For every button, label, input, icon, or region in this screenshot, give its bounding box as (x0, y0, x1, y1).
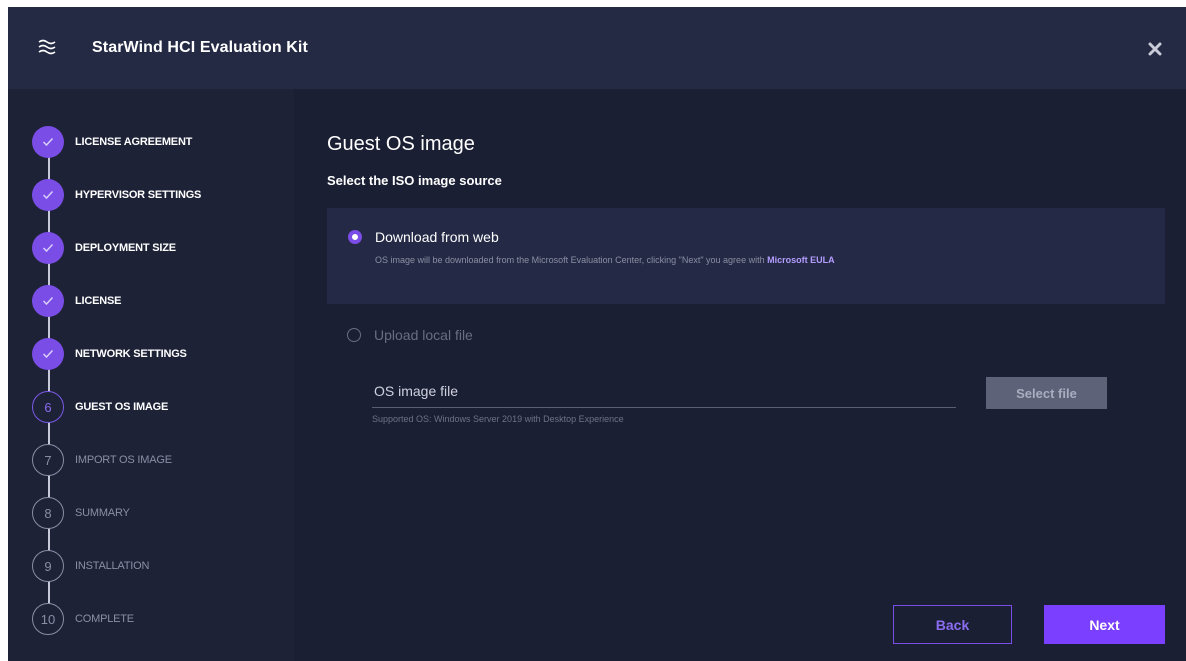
close-icon[interactable] (1147, 41, 1163, 57)
step-label: COMPLETE (75, 613, 134, 625)
main-panel: Guest OS image Select the ISO image sour… (294, 89, 1186, 661)
step-number: 6 (32, 391, 64, 423)
option-description: OS image will be downloaded from the Mic… (375, 255, 835, 265)
step-label: NETWORK SETTINGS (75, 348, 187, 360)
step-label: LICENSE (75, 295, 122, 307)
field-underline (372, 407, 956, 408)
radio-download-web[interactable] (348, 230, 362, 244)
select-file-button[interactable]: Select file (986, 377, 1107, 409)
page-title: Guest OS image (327, 133, 475, 155)
wizard-window: StarWind HCI Evaluation Kit LICENSE AGRE… (8, 7, 1186, 661)
step-label: HYPERVISOR SETTINGS (75, 189, 202, 201)
next-button[interactable]: Next (1044, 605, 1165, 644)
step-number: 10 (32, 603, 64, 635)
section-label: Select the ISO image source (327, 173, 502, 188)
step-deployment-size: DEPLOYMENT SIZE (32, 232, 292, 266)
step-connector-line (48, 150, 50, 618)
step-label: LICENSE AGREEMENT (75, 136, 193, 148)
check-icon (32, 126, 64, 158)
title-bar: StarWind HCI Evaluation Kit (8, 7, 1186, 89)
wizard-steps-sidebar: LICENSE AGREEMENT HYPERVISOR SETTINGS DE… (8, 89, 294, 661)
app-title: StarWind HCI Evaluation Kit (92, 39, 308, 56)
step-installation: 9 INSTALLATION (32, 550, 292, 584)
step-label: SUMMARY (75, 507, 130, 519)
option-download-from-web[interactable]: Download from web OS image will be downl… (327, 208, 1165, 304)
microsoft-eula-link[interactable]: Microsoft EULA (767, 255, 835, 265)
step-label: DEPLOYMENT SIZE (75, 242, 176, 254)
step-label: GUEST OS IMAGE (75, 401, 169, 413)
step-license-agreement: LICENSE AGREEMENT (32, 126, 292, 160)
check-icon (32, 232, 64, 264)
step-import-os-image: 7 IMPORT OS IMAGE (32, 444, 292, 478)
step-guest-os-image: 6 GUEST OS IMAGE (32, 391, 292, 425)
step-label: INSTALLATION (75, 560, 150, 572)
field-hint: Supported OS: Windows Server 2019 with D… (372, 414, 624, 424)
step-number: 7 (32, 444, 64, 476)
check-icon (32, 179, 64, 211)
step-hypervisor-settings: HYPERVISOR SETTINGS (32, 179, 292, 213)
waves-icon (38, 39, 56, 55)
step-complete: 10 COMPLETE (32, 603, 292, 637)
radio-upload-local[interactable] (347, 328, 361, 342)
option-upload-local-label[interactable]: Upload local file (374, 327, 473, 343)
check-icon (32, 285, 64, 317)
step-license: LICENSE (32, 285, 292, 319)
os-image-file-field[interactable]: OS image file (374, 383, 458, 399)
step-number: 8 (32, 497, 64, 529)
step-label: IMPORT OS IMAGE (75, 454, 172, 466)
step-summary: 8 SUMMARY (32, 497, 292, 531)
step-network-settings: NETWORK SETTINGS (32, 338, 292, 372)
option-label: Download from web (375, 229, 499, 245)
back-button[interactable]: Back (893, 605, 1012, 644)
check-icon (32, 338, 64, 370)
step-number: 9 (32, 550, 64, 582)
